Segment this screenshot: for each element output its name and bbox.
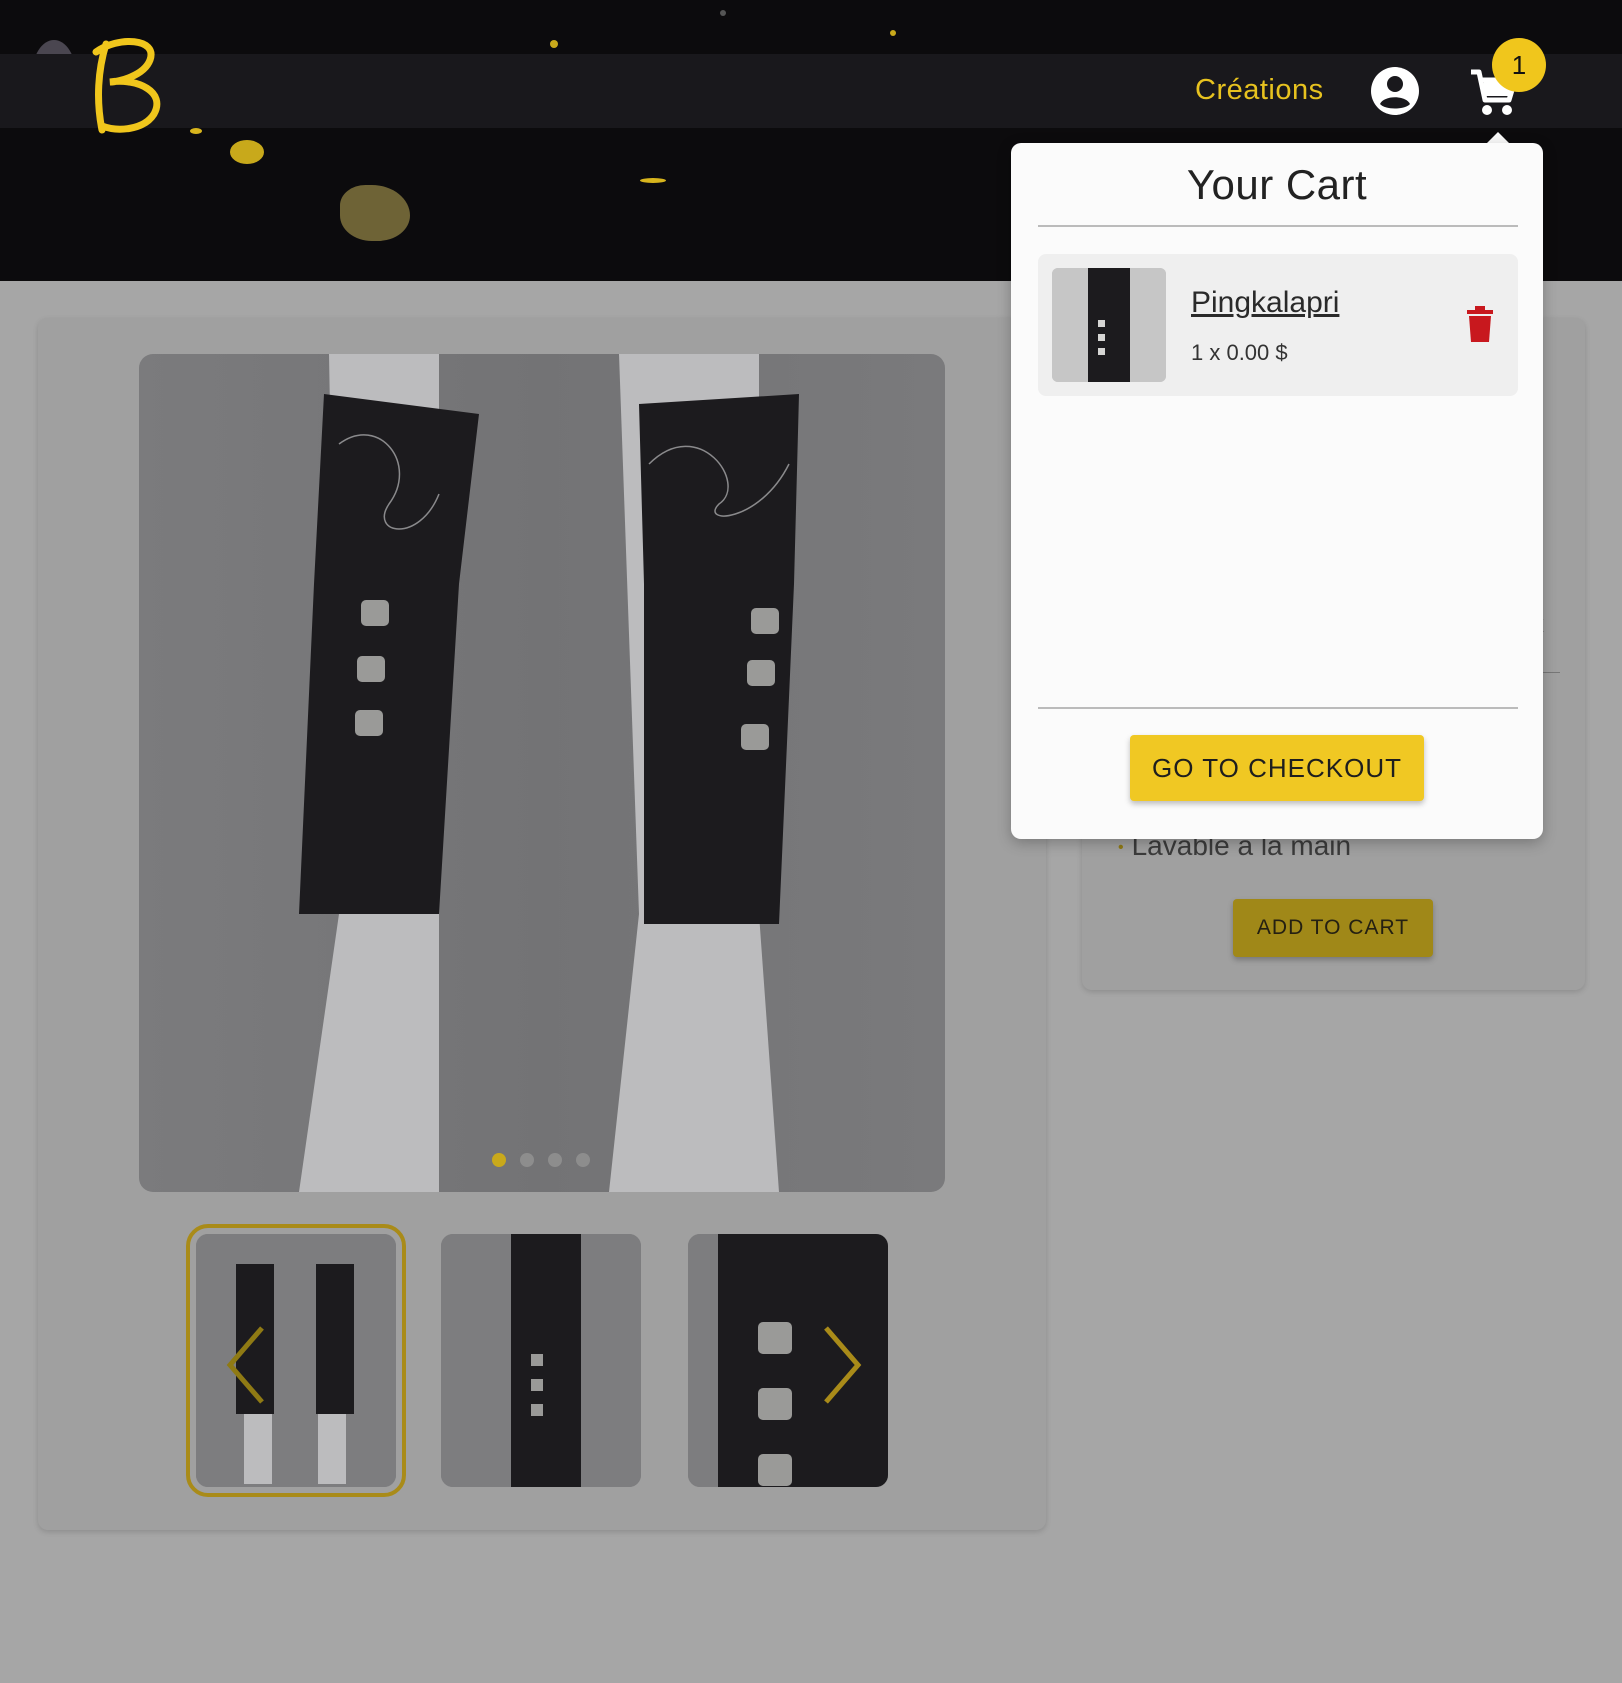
chevron-left-icon[interactable] (222, 1320, 272, 1410)
thumbnail-2[interactable] (441, 1234, 641, 1487)
cart-title: Your Cart (1186, 161, 1368, 208)
account-icon[interactable] (1370, 66, 1420, 116)
cart-popup: Your Cart Pingkalapri 1 x 0.00 $ GO TO C… (1011, 143, 1543, 839)
carousel-dot[interactable] (520, 1153, 534, 1167)
trash-icon[interactable] (1466, 306, 1494, 342)
go-to-checkout-button[interactable]: GO TO CHECKOUT (1130, 735, 1424, 801)
chevron-right-icon[interactable] (816, 1320, 866, 1410)
cart-item-name-link[interactable]: Pingkalapri (1191, 286, 1339, 320)
nav-link-creations[interactable]: Créations (1195, 74, 1324, 107)
carousel-dots (492, 1153, 590, 1167)
cart-item-image (1052, 268, 1166, 382)
divider (1038, 707, 1518, 709)
cart-item-quantity-price: 1 x 0.00 $ (1191, 340, 1288, 365)
product-photo-illustration (299, 354, 799, 1192)
divider (1038, 225, 1518, 227)
carousel-dot[interactable] (548, 1153, 562, 1167)
carousel-dot[interactable] (576, 1153, 590, 1167)
cart-item-thumbnail[interactable] (1052, 268, 1166, 382)
carousel-dot[interactable] (492, 1153, 506, 1167)
product-main-image[interactable] (139, 354, 945, 1192)
cart-item: Pingkalapri 1 x 0.00 $ (1038, 254, 1518, 396)
thumbnail-image (441, 1234, 641, 1487)
brand-logo[interactable] (88, 30, 168, 140)
cart-count-badge: 1 (1492, 38, 1546, 92)
add-to-cart-button[interactable]: ADD TO CART (1233, 899, 1433, 957)
